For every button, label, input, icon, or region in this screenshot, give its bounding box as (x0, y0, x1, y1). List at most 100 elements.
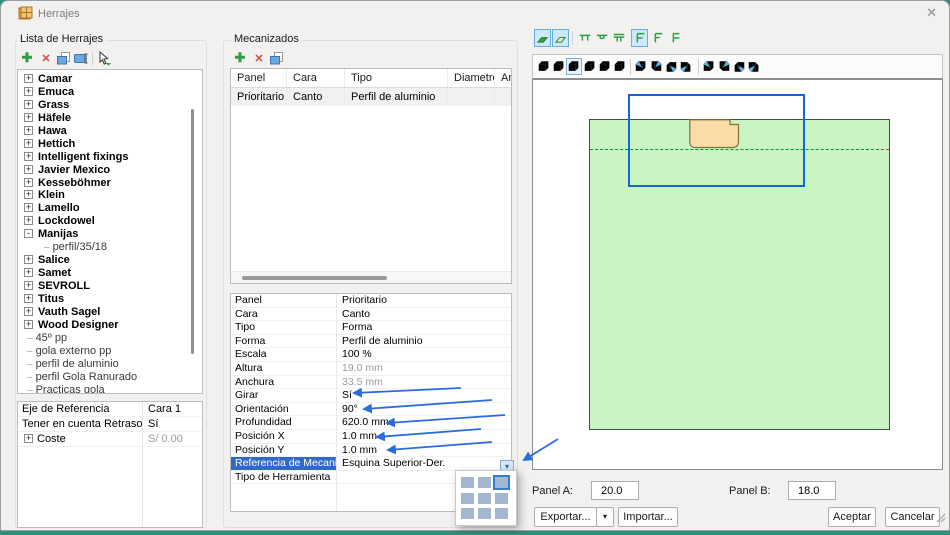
hardware-tree[interactable]: Camar Emuca Grass Häfele Hawa Hettich In… (17, 69, 203, 394)
tree-item[interactable]: Lamello (18, 202, 202, 215)
add-hardware-button[interactable]: ✚ (19, 51, 35, 66)
import-button[interactable]: Importar... (618, 507, 678, 527)
tree-item[interactable]: Javier Mexico (18, 164, 202, 177)
expand-icon[interactable] (24, 126, 33, 135)
tree-item[interactable]: Practicas gola (18, 384, 202, 395)
tree-item[interactable]: gola externo pp (18, 345, 202, 358)
paste-machining-button[interactable] (269, 52, 285, 67)
tree-item[interactable]: Samet (18, 267, 202, 280)
view-iso-3-button[interactable] (663, 58, 679, 75)
view-front-button[interactable] (536, 58, 552, 75)
corner-top-left[interactable] (461, 477, 474, 488)
expand-icon[interactable] (24, 281, 33, 290)
expand-icon[interactable] (24, 203, 33, 212)
scrollbar-thumb[interactable] (242, 276, 387, 280)
tree-item[interactable]: Wood Designer (18, 319, 202, 332)
tree-item[interactable]: Hettich (18, 138, 202, 151)
view-back-button[interactable] (551, 58, 567, 75)
table-header[interactable]: Panel Cara Tipo Diametro Anchura (231, 69, 511, 88)
corner-top-right-selected[interactable] (495, 477, 508, 488)
view-iso-5-button[interactable] (701, 58, 717, 75)
tree-scrollbar[interactable] (191, 109, 194, 354)
view-iso-8-button[interactable] (746, 58, 762, 75)
delete-hardware-button[interactable]: ✕ (38, 51, 54, 66)
tree-item[interactable]: Emuca (18, 86, 202, 99)
prop-row[interactable]: PanelPrioritario (231, 294, 511, 308)
view-iso-1-button[interactable] (633, 58, 649, 75)
expand-icon[interactable]: + (24, 434, 33, 443)
prop-row[interactable]: Anchura33.5 mm (231, 376, 511, 390)
edge-profile-outline-button[interactable] (552, 29, 569, 47)
expand-icon[interactable] (24, 74, 33, 83)
tree-item[interactable]: Klein (18, 189, 202, 202)
tree-item[interactable]: Lockdowel (18, 215, 202, 228)
view-top-button[interactable] (597, 58, 613, 75)
expand-icon[interactable] (24, 100, 33, 109)
tree-item[interactable]: perfil Gola Ranurado (18, 371, 202, 384)
corner-bottom-center[interactable] (478, 508, 491, 519)
corner-bottom-left[interactable] (461, 508, 474, 519)
tree-item[interactable]: Camar (18, 73, 202, 86)
tree-item-manijas[interactable]: Manijas (18, 228, 202, 241)
expand-icon[interactable] (24, 268, 33, 277)
table-row[interactable]: Prioritario Canto Perfil de aluminio (231, 88, 511, 106)
tree-item[interactable]: Hawa (18, 125, 202, 138)
corner-align-mid-button[interactable] (649, 29, 666, 47)
view-bottom-button[interactable] (612, 58, 628, 75)
expand-icon[interactable] (24, 152, 33, 161)
tree-item[interactable]: Intelligent fixings (18, 151, 202, 164)
tree-item[interactable]: Grass (18, 99, 202, 112)
horizontal-scrollbar[interactable] (231, 271, 511, 283)
corner-reference-picker[interactable] (455, 470, 517, 526)
expand-icon[interactable] (24, 255, 33, 264)
tree-item[interactable]: Vauth Sagel (18, 306, 202, 319)
panel-b-input[interactable] (788, 481, 836, 500)
profile-position-bottom-button[interactable] (610, 29, 627, 47)
prop-row[interactable]: Escala100 % (231, 348, 511, 362)
corner-align-right-button[interactable] (667, 29, 684, 47)
close-icon[interactable]: ✕ (926, 5, 937, 21)
tree-item-perfil-35-18[interactable]: perfil/35/18 (18, 241, 202, 254)
prop-row[interactable]: TipoForma (231, 321, 511, 335)
prop-row-orientacion[interactable]: Orientación90° (231, 403, 511, 417)
export-button[interactable]: Exportar... (534, 507, 597, 527)
tree-item[interactable]: Kesseböhmer (18, 177, 202, 190)
export-dropdown-button[interactable]: ▾ (596, 507, 614, 527)
prop-row[interactable]: FormaPerfil de aluminio (231, 335, 511, 349)
prop-row-referencia[interactable]: Referencia de MecanizadoEsquina Superior… (231, 457, 511, 471)
expand-icon[interactable] (24, 307, 33, 316)
expand-icon[interactable] (24, 178, 33, 187)
corner-mid-center[interactable] (478, 493, 491, 504)
cancel-button[interactable]: Cancelar (885, 507, 940, 527)
corner-align-left-button[interactable] (631, 29, 648, 47)
prop-row-posicion-x[interactable]: Posición X1.0 mm (231, 430, 511, 444)
expand-icon[interactable] (24, 139, 33, 148)
add-machining-button[interactable]: ✚ (232, 51, 248, 66)
prop-row-girar[interactable]: GirarSí (231, 389, 511, 403)
tree-item[interactable]: Salice (18, 254, 202, 267)
profile-position-mid-button[interactable] (593, 29, 610, 47)
expand-icon[interactable] (24, 216, 33, 225)
panel-a-input[interactable] (591, 481, 639, 500)
edge-profile-filled-button[interactable] (534, 29, 551, 47)
prop-row[interactable]: Eje de Referencia Cara 1 (18, 402, 202, 417)
tree-item[interactable]: Häfele (18, 112, 202, 125)
prop-row-coste[interactable]: +Coste S/ 0.00 (18, 432, 202, 447)
profile-position-top-button[interactable] (576, 29, 593, 47)
rename-hardware-button[interactable] (73, 52, 89, 67)
expand-icon[interactable] (24, 320, 33, 329)
expand-icon[interactable] (24, 113, 33, 122)
paste-hardware-button[interactable] (56, 52, 72, 67)
corner-bottom-right[interactable] (495, 508, 508, 519)
view-side-button-selected[interactable] (566, 58, 582, 75)
expand-icon[interactable] (24, 190, 33, 199)
prop-row[interactable]: Altura19.0 mm (231, 362, 511, 376)
tree-item[interactable]: SEVROLL (18, 280, 202, 293)
selection-rectangle[interactable] (628, 94, 805, 187)
pick-hardware-button[interactable] (96, 51, 112, 66)
titlebar[interactable]: Herrajes ✕ (1, 1, 949, 27)
accept-button[interactable]: Aceptar (828, 507, 876, 527)
view-iso-7-button[interactable] (731, 58, 747, 75)
prop-row-posicion-y[interactable]: Posición Y1.0 mm (231, 444, 511, 458)
expand-icon[interactable] (24, 87, 33, 96)
